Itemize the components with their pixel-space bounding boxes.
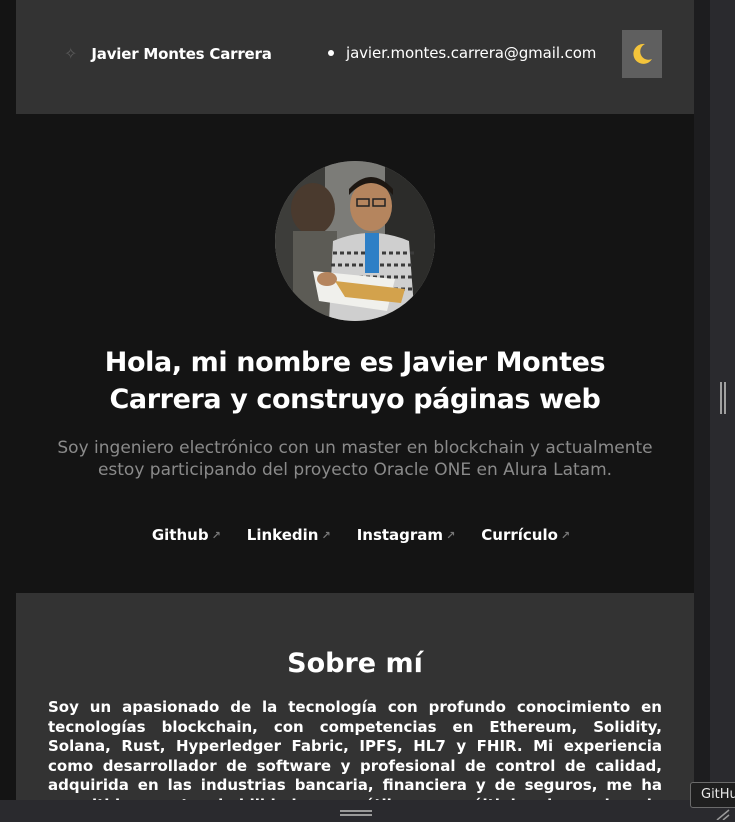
about-text: Soy un apasionado de la tecnología con p… xyxy=(48,698,662,800)
arrow-up-right-icon: ↗ xyxy=(560,528,571,542)
window-gutter xyxy=(694,0,710,822)
portfolio-page: ✧ Javier Montes Carrera javier.montes.ca… xyxy=(16,0,694,800)
github-label: Github xyxy=(151,526,209,544)
curriculum-label: Currículo xyxy=(481,526,558,544)
brand-name: Javier Montes Carrera xyxy=(91,45,272,63)
email-link[interactable]: javier.montes.carrera@gmail.com xyxy=(346,44,596,62)
corner-resize-icon[interactable] xyxy=(713,808,731,820)
about-title: Sobre mí xyxy=(287,648,423,679)
hero-headline: Hola, mi nombre es Javier Montes Carrera… xyxy=(104,347,606,415)
profile-photo xyxy=(275,161,435,321)
arrow-up-right-icon: ↗ xyxy=(321,528,331,542)
moon-icon xyxy=(633,43,652,64)
github-link[interactable]: Github ↗ xyxy=(152,526,221,544)
theme-toggle-button[interactable] xyxy=(622,30,662,78)
instagram-label: Instagram xyxy=(356,526,444,544)
arrow-up-right-icon: ↗ xyxy=(446,528,456,542)
sparkle-icon: ✧ xyxy=(64,44,78,63)
vertical-resize-handle[interactable] xyxy=(720,382,726,414)
arrow-up-right-icon: ↗ xyxy=(211,528,221,542)
linkedin-label: Linkedin xyxy=(246,526,319,544)
horizontal-resize-handle[interactable] xyxy=(340,810,372,816)
linkedin-link[interactable]: Linkedin ↗ xyxy=(247,526,331,544)
bullet-icon xyxy=(328,50,334,56)
site-header: ✧ Javier Montes Carrera javier.montes.ca… xyxy=(16,0,694,114)
tooltip: GitHu xyxy=(690,782,735,808)
email-item[interactable]: javier.montes.carrera@gmail.com xyxy=(328,44,596,62)
social-links: Github ↗ Linkedin ↗ Instagram ↗ Currícul… xyxy=(22,526,694,544)
hero-intro: Soy ingeniero electrónico con un master … xyxy=(57,438,653,480)
curriculum-link[interactable]: Currículo ↗ xyxy=(481,526,570,544)
instagram-link[interactable]: Instagram ↗ xyxy=(357,526,456,544)
brand[interactable]: ✧ Javier Montes Carrera xyxy=(64,44,272,64)
